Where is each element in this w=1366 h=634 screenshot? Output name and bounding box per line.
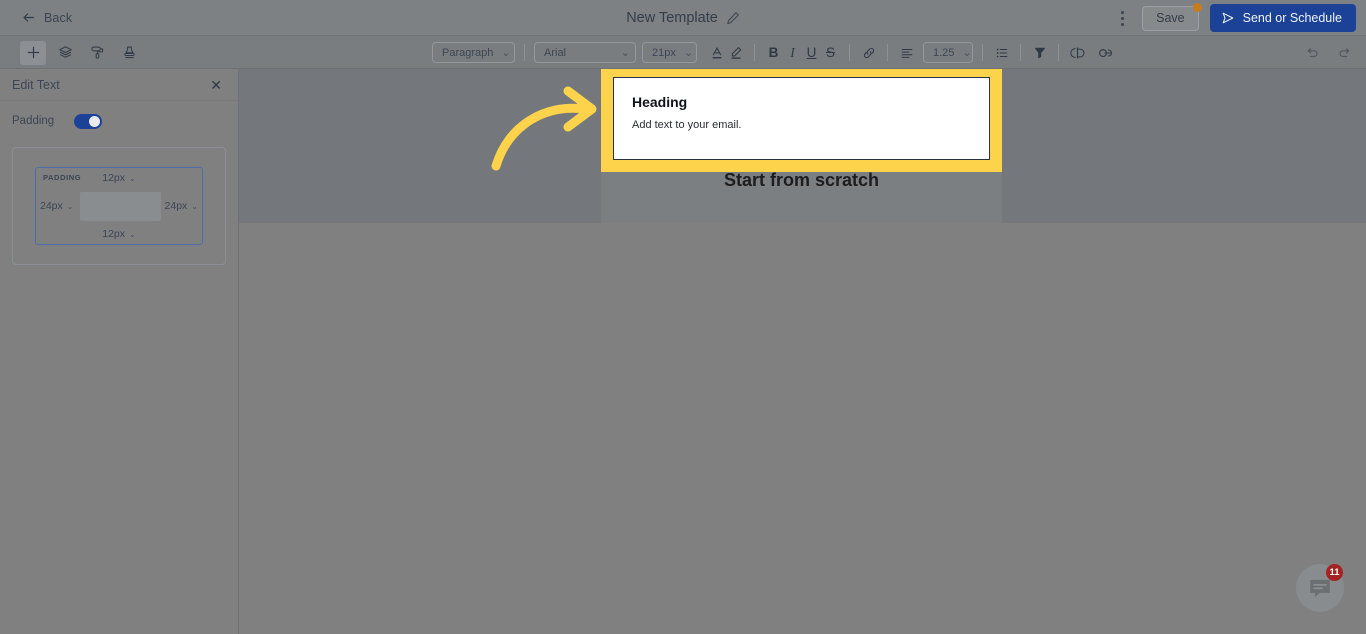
kebab-menu-icon[interactable] — [1113, 7, 1131, 29]
redo-icon[interactable] — [1335, 42, 1354, 64]
chevron-down-icon: ⌄ — [66, 201, 74, 211]
bulleted-list-icon[interactable] — [992, 42, 1011, 64]
paint-roller-icon[interactable] — [84, 41, 110, 65]
chevron-down-icon: ⌄ — [129, 229, 136, 239]
save-button[interactable]: Save — [1142, 2, 1202, 31]
toolbar-divider — [982, 44, 983, 61]
padding-toggle[interactable] — [74, 113, 102, 129]
toolbar-divider — [1020, 44, 1021, 61]
special-link-icon[interactable] — [1096, 42, 1115, 64]
back-button[interactable]: Back — [22, 0, 72, 36]
paper-plane-icon — [1222, 12, 1233, 24]
padding-toggle-row: Padding — [0, 101, 238, 141]
toolbar-divider — [887, 44, 888, 61]
padding-label: Padding — [12, 115, 55, 127]
start-from-scratch-label: Start from scratch — [723, 170, 880, 190]
edit-text-sidebar: Edit Text ✕ Padding PADDING 12px ⌄ 12px … — [0, 69, 239, 634]
chevron-down-icon: ⌄ — [620, 47, 630, 59]
chevron-down-icon: ⌄ — [962, 47, 972, 59]
history-controls — [1302, 36, 1354, 69]
strikethrough-button[interactable]: S — [821, 42, 840, 64]
chevron-down-icon: ⌄ — [683, 47, 694, 59]
underline-button[interactable]: U — [802, 42, 821, 64]
toolbar-divider — [524, 44, 525, 61]
add-block-icon[interactable] — [20, 40, 46, 65]
send-label: Send or Schedule — [1242, 11, 1342, 25]
line-height-value: 1.25 — [933, 46, 955, 59]
editor-toolbar: Paragraph ⌄ Arial ⌄ 21px ⌄ B I U S 1.25 … — [0, 36, 1366, 69]
unsaved-changes-badge — [1192, 2, 1202, 12]
curved-arrow-icon — [491, 86, 597, 171]
highlight-color-icon[interactable] — [726, 42, 745, 64]
app-root: Start from scratch Heading Add text to y… — [0, 0, 1366, 634]
stamp-icon[interactable] — [116, 41, 142, 65]
text-block-heading: Heading — [632, 94, 688, 110]
chat-unread-badge: 11 — [1326, 564, 1343, 581]
top-bar: Back New Template Save Send or Schedule — [0, 0, 1366, 36]
padding-box: PADDING 12px ⌄ 12px ⌄ 24px ⌄ 24px ⌄ — [35, 167, 203, 245]
padding-left-select[interactable]: 24px ⌄ — [40, 200, 73, 212]
toolbar-divider — [1058, 44, 1059, 61]
save-label: Save — [1156, 11, 1185, 25]
layers-icon[interactable] — [52, 41, 78, 65]
font-family-value: Arial — [544, 46, 567, 59]
close-icon[interactable]: ✕ — [210, 78, 222, 92]
padding-bottom-value: 12px — [102, 228, 126, 240]
text-block-content[interactable]: Heading Add text to your email. — [613, 77, 990, 160]
chevron-down-icon: ⌄ — [191, 201, 198, 211]
font-size-select[interactable]: 21px ⌄ — [642, 42, 697, 63]
chat-widget-button[interactable]: 11 — [1296, 564, 1344, 612]
top-bar-actions: Save Send or Schedule — [1113, 0, 1356, 36]
padding-right-value: 24px — [164, 200, 188, 212]
toolbar-divider — [754, 44, 755, 61]
text-color-icon[interactable] — [707, 42, 726, 64]
padding-box-inner — [80, 192, 161, 221]
padding-top-select[interactable]: 12px ⌄ — [102, 172, 135, 184]
send-or-schedule-button[interactable]: Send or Schedule — [1209, 4, 1356, 32]
paragraph-style-value: Paragraph — [442, 46, 494, 59]
chevron-down-icon: ⌄ — [501, 47, 511, 59]
merge-tag-icon[interactable] — [1068, 42, 1087, 64]
padding-right-select[interactable]: 24px ⌄ — [165, 200, 198, 212]
padding-box-label: PADDING — [43, 173, 82, 182]
page-title: New Template — [626, 10, 718, 26]
bold-button[interactable]: B — [764, 42, 783, 64]
align-left-icon[interactable] — [897, 42, 916, 64]
clear-formatting-icon[interactable] — [1030, 42, 1049, 64]
padding-left-value: 24px — [40, 200, 63, 212]
text-block-body: Add text to your email. — [632, 119, 742, 131]
panel-header: Edit Text ✕ — [0, 69, 238, 101]
font-size-value: 21px — [652, 46, 676, 59]
line-height-select[interactable]: 1.25 ⌄ — [923, 42, 973, 63]
back-label: Back — [44, 10, 73, 25]
panel-title: Edit Text — [12, 77, 60, 92]
arrow-left-icon — [23, 13, 34, 22]
toolbar-left-tools — [20, 36, 142, 69]
pencil-icon[interactable] — [726, 11, 740, 25]
link-icon[interactable] — [859, 42, 878, 64]
italic-button[interactable]: I — [783, 42, 802, 64]
padding-card: PADDING 12px ⌄ 12px ⌄ 24px ⌄ 24px ⌄ — [12, 147, 226, 265]
padding-top-value: 12px — [102, 172, 126, 184]
paragraph-style-select[interactable]: Paragraph ⌄ — [432, 42, 515, 63]
highlighted-text-block[interactable]: Heading Add text to your email. — [601, 65, 1002, 172]
font-family-select[interactable]: Arial ⌄ — [534, 42, 636, 63]
toolbar-divider — [849, 44, 850, 61]
chevron-down-icon: ⌄ — [129, 173, 136, 183]
text-format-controls: Paragraph ⌄ Arial ⌄ 21px ⌄ B I U S 1.25 … — [432, 36, 1115, 69]
undo-icon[interactable] — [1302, 42, 1321, 64]
padding-bottom-select[interactable]: 12px ⌄ — [102, 228, 135, 240]
